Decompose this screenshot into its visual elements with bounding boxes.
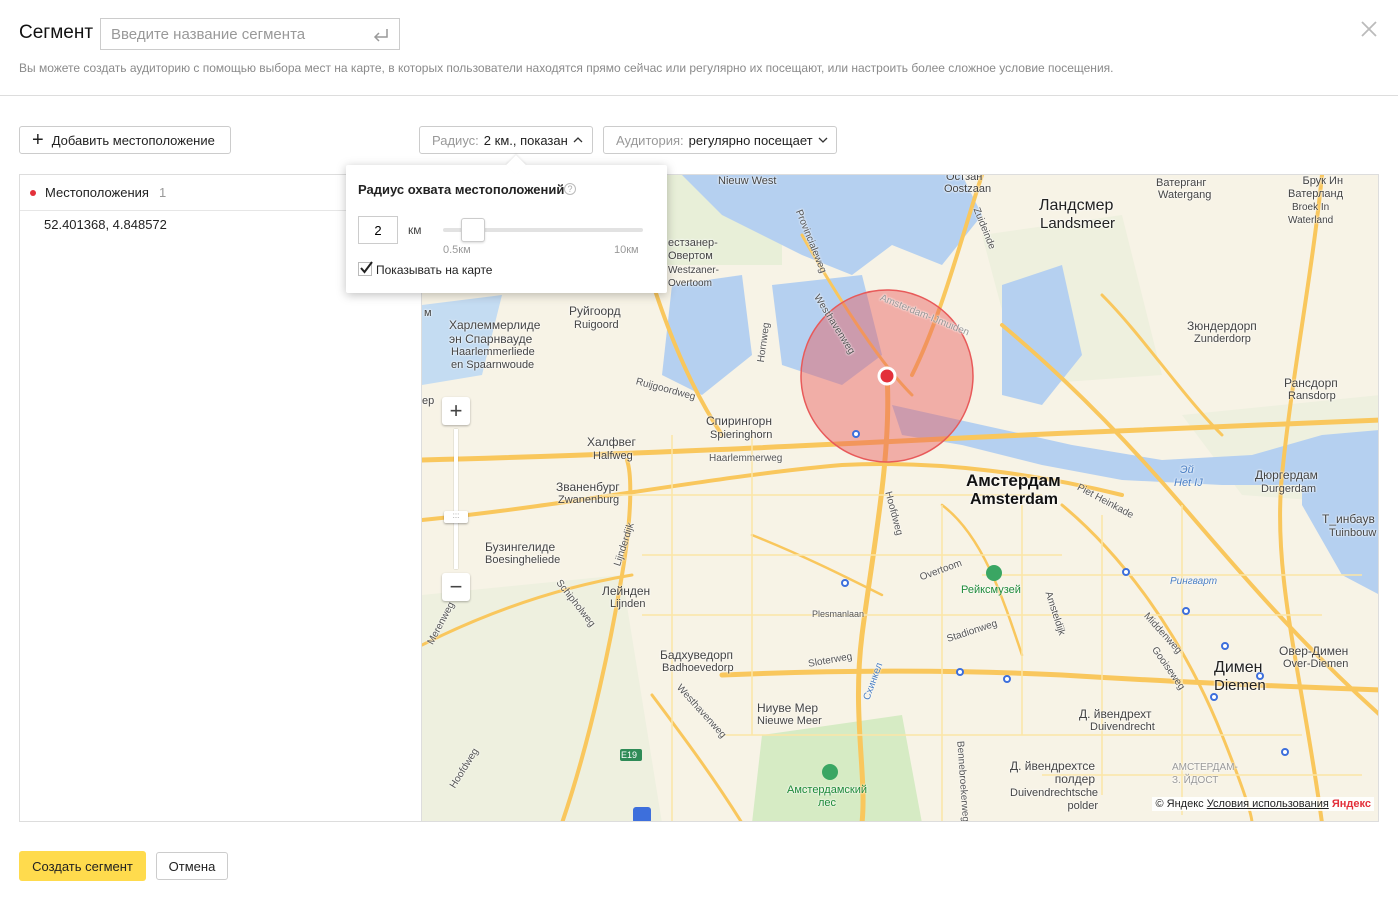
map-label: Руйгоорд <box>569 304 621 318</box>
map-label: Landsmeer <box>1040 215 1116 232</box>
map-label: Брук Ин Ватерланд <box>1288 175 1344 200</box>
map-label: Овер-Димен <box>1279 644 1349 658</box>
show-on-map-label: Показывать на карте <box>376 263 493 277</box>
map-label: Zwanenburg <box>558 494 620 506</box>
locations-title: Местоположения <box>45 185 149 200</box>
map-label: Д. йвендрехтсе полдер <box>1010 759 1096 786</box>
map-label: Димен <box>1214 659 1263 676</box>
map-label: Haarlemmerliede en Spaarnwoude <box>451 346 535 371</box>
radius-label: Радиус: <box>432 132 479 148</box>
radius-popup: Радиус охвата местоположений ? км 0.5км … <box>346 155 667 293</box>
map-label: Duivendrechtsche polder <box>1010 787 1099 812</box>
map-label: Рейксмузей <box>961 584 1021 596</box>
audience-dropdown[interactable]: Аудитория: регулярно посещает <box>603 126 837 154</box>
help-icon[interactable]: ? <box>564 183 576 195</box>
close-icon[interactable] <box>1360 20 1378 38</box>
zoom-in-button[interactable]: + <box>442 397 470 425</box>
map-label: Halfweg <box>593 450 633 462</box>
map-copyright: © Яндекс Условия использования Яндекс <box>1152 797 1374 811</box>
map-label: Дюргердам <box>1255 468 1318 482</box>
map-label: Халфвег <box>587 435 636 449</box>
map-label: Ransdorp <box>1288 390 1336 402</box>
enter-icon <box>373 29 388 42</box>
zoom-handle[interactable]: ::: <box>444 511 468 523</box>
map-label: Амстердам <box>966 471 1061 490</box>
radius-dropdown[interactable]: Радиус: 2 км., показан <box>419 126 593 154</box>
radius-slider-handle[interactable] <box>461 218 485 242</box>
map-label: Эй <box>1180 464 1194 476</box>
audience-label: Аудитория: <box>616 132 684 148</box>
audience-value: регулярно посещает <box>688 132 813 148</box>
map-label: Durgerdam <box>1261 483 1317 495</box>
map-label: Д. йвендрехт <box>1079 707 1152 721</box>
street-label: Plesmanlaan <box>812 609 865 619</box>
map-label: Boesingheliede <box>485 554 561 566</box>
zoom-out-button[interactable]: − <box>442 573 470 601</box>
map-label: Ландсмер <box>1039 197 1114 214</box>
map-label: АМСТЕРДАМ- З. ЙДОСТ <box>1172 762 1238 786</box>
map-label: естзанер- Овертом <box>668 237 718 262</box>
map-label: Badhoevedorp <box>662 662 734 674</box>
header: Сегмент Вы можете создать аудиторию с по… <box>0 0 1398 96</box>
map-label: Бузингелиде <box>485 540 556 554</box>
create-segment-button[interactable]: Создать сегмент <box>19 851 146 881</box>
map-label: Рансдорп <box>1284 376 1338 390</box>
add-location-label: Добавить местоположение <box>51 132 215 148</box>
map-label: Nieuwe Meer <box>757 715 822 727</box>
segment-name-input[interactable] <box>100 18 400 50</box>
show-on-map-checkbox[interactable] <box>358 261 373 276</box>
popup-title: Радиус охвата местоположений <box>358 182 565 197</box>
slider-max-label: 10км <box>614 244 639 256</box>
map-label: Ниуве Мер <box>757 701 819 715</box>
zoom-slider[interactable]: ::: <box>444 429 468 569</box>
radius-unit: км <box>408 223 422 237</box>
terms-link[interactable]: Условия использования <box>1207 798 1329 810</box>
cancel-button[interactable]: Отмена <box>156 852 228 880</box>
map-label: Watergang <box>1158 189 1212 201</box>
chevron-down-icon <box>818 137 828 143</box>
add-location-button[interactable]: + Добавить местоположение <box>19 126 231 154</box>
map-label: Zunderdorp <box>1194 333 1251 345</box>
radius-input[interactable] <box>358 216 398 244</box>
map-label: Broek In Waterland <box>1288 202 1334 226</box>
map-label: Lijnden <box>610 598 646 610</box>
map-label: Nieuw West <box>718 175 777 187</box>
map-label: Tuinbouw <box>1329 527 1377 539</box>
map-label: Рингварт <box>1170 576 1218 587</box>
map-label: Spieringhorn <box>710 429 773 441</box>
slider-min-label: 0.5км <box>443 244 471 256</box>
yandex-logo: Яндекс <box>1331 798 1371 810</box>
radius-value: 2 км., показан <box>483 132 568 148</box>
copyright-text: © Яндекс <box>1155 798 1204 810</box>
map-label: Амстердамский лес <box>787 784 867 809</box>
map-label: Харлеммерлиде эн Спарнвауде <box>449 318 541 346</box>
map-label: м <box>424 307 432 319</box>
map-label: Лейнден <box>602 584 651 598</box>
map-label: Зюндердорп <box>1187 319 1257 333</box>
map-label: E19 <box>621 750 638 760</box>
map-label: Duivendrecht <box>1090 721 1155 733</box>
zoom-control: + ::: − <box>442 397 470 601</box>
hint-text: Вы можете создать аудиторию с помощью вы… <box>19 61 1114 75</box>
page-title: Сегмент <box>19 22 94 43</box>
map-label: Diemen <box>1214 677 1266 694</box>
check-icon <box>360 261 373 274</box>
location-marker-dot <box>30 189 36 196</box>
map-label: Званенбург <box>556 480 620 494</box>
chevron-up-icon <box>573 137 583 143</box>
map-label: ер <box>422 395 435 407</box>
map-label: Het IJ <box>1174 477 1203 489</box>
street-label: Haarlemmerweg <box>709 453 783 464</box>
map-label: Westzaner- Overtoom <box>668 265 719 289</box>
map-label: Спирингорн <box>706 414 772 428</box>
map-label: Ruigoord <box>574 319 619 331</box>
locations-count: 1 <box>158 185 167 200</box>
map-label: Бадхуведорп <box>660 648 734 662</box>
map-label: Over-Diemen <box>1283 658 1349 670</box>
map-label: Amsterdam <box>970 491 1059 508</box>
map-label: Т_инбаув <box>1322 512 1375 526</box>
popup-arrow <box>506 155 526 175</box>
plus-icon: + <box>32 129 44 151</box>
map-label: Oostzaan <box>944 183 992 195</box>
